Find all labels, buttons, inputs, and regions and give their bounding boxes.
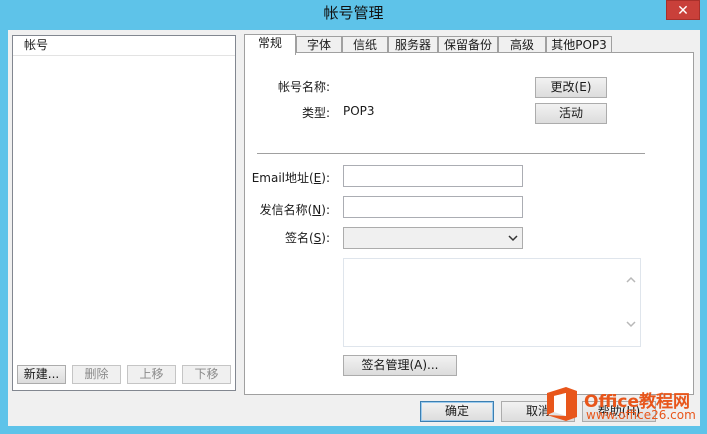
account-name-label: 帐号名称:: [277, 80, 330, 94]
watermark-url: www.office26.com: [586, 408, 696, 422]
sender-name-field[interactable]: [343, 196, 523, 218]
signature-preview[interactable]: [343, 258, 641, 347]
delete-account-button[interactable]: 删除: [72, 365, 121, 384]
type-value: POP3: [343, 104, 375, 118]
account-list[interactable]: 帐号: [12, 35, 236, 391]
scroll-up-icon[interactable]: [625, 275, 637, 285]
ok-button[interactable]: 确定: [420, 401, 494, 422]
office-logo-icon: [547, 387, 577, 421]
type-label: 类型:: [301, 106, 330, 120]
chevron-down-icon: [508, 235, 518, 242]
close-button[interactable]: ✕: [666, 0, 700, 20]
change-button[interactable]: 更改(E): [535, 77, 607, 98]
title-bar: 帐号管理 ✕: [0, 0, 707, 30]
dialog-body: 帐号 新建... 删除 上移 下移 常规 字体 信纸 服务器 保留备份 高级 其…: [8, 30, 700, 426]
window-title: 帐号管理: [323, 4, 384, 22]
close-icon: ✕: [677, 3, 689, 19]
signature-select[interactable]: [343, 227, 523, 249]
signature-manage-button[interactable]: 签名管理(A)...: [343, 355, 457, 376]
email-label: Email地址(E):: [251, 171, 330, 185]
sender-name-label: 发信名称(N):: [259, 203, 330, 217]
activate-button[interactable]: 活动: [535, 103, 607, 124]
signature-label: 签名(S):: [284, 231, 330, 245]
move-up-button[interactable]: 上移: [127, 365, 176, 384]
general-tab-page: 帐号名称: 更改(E) 类型: POP3 活动 Email地址(E): 发信名称…: [244, 52, 694, 395]
watermark: Office教程网 www.office26.com: [540, 381, 707, 427]
move-down-button[interactable]: 下移: [182, 365, 231, 384]
scroll-down-icon[interactable]: [625, 319, 637, 329]
new-account-button[interactable]: 新建...: [17, 365, 66, 384]
account-list-header: 帐号: [13, 36, 235, 56]
tab-general[interactable]: 常规: [244, 34, 296, 55]
email-field[interactable]: [343, 165, 523, 187]
separator: [257, 153, 645, 155]
